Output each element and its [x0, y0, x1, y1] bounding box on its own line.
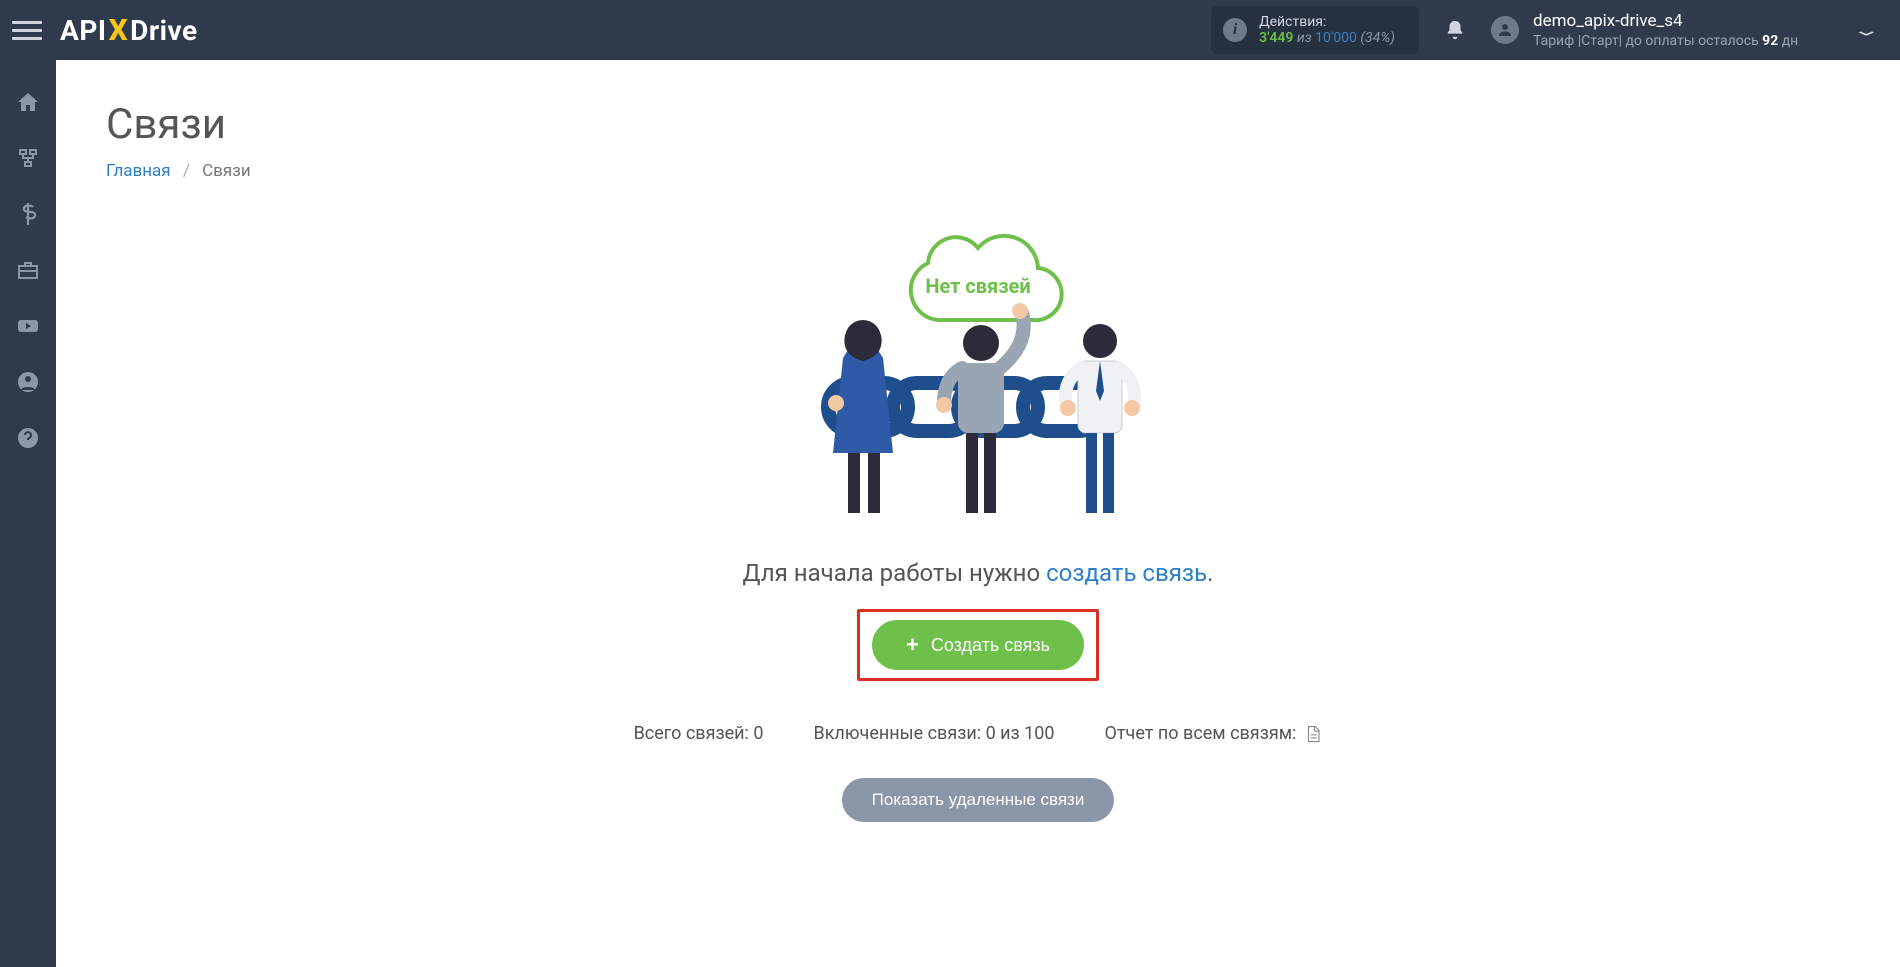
stat-enabled-value: 0 из 100: [986, 723, 1055, 744]
instruction-suffix: .: [1207, 559, 1213, 587]
brand-logo[interactable]: API X Drive: [60, 13, 198, 48]
tariff-prefix: Тариф |Старт| до оплаты осталось: [1533, 33, 1762, 49]
topbar: API X Drive i Действия: 3'449 из 10'000 …: [0, 0, 1900, 60]
create-connection-button[interactable]: + Создать связь: [872, 620, 1084, 670]
actions-usage-widget[interactable]: i Действия: 3'449 из 10'000 (34%): [1211, 6, 1419, 54]
stat-enabled-label: Включенные связи:: [813, 723, 981, 744]
empty-state-instruction: Для начала работы нужно создать связь.: [743, 559, 1214, 587]
stat-total-value: 0: [753, 723, 763, 744]
stat-enabled: Включенные связи: 0 из 100: [813, 723, 1054, 744]
sidebar-item-connections[interactable]: [16, 146, 40, 174]
stat-report: Отчет по всем связям:: [1105, 723, 1323, 744]
sidebar-item-video[interactable]: [16, 314, 40, 342]
create-button-label: Создать связь: [931, 635, 1050, 656]
sidebar-rail: [0, 60, 56, 967]
connections-stats: Всего связей: 0 Включенные связи: 0 из 1…: [634, 723, 1323, 744]
sidebar-item-home[interactable]: [16, 90, 40, 118]
breadcrumb-home-link[interactable]: Главная: [106, 161, 171, 181]
actions-usage-text: Действия: 3'449 из 10'000 (34%): [1259, 14, 1395, 46]
tariff-suffix: дн: [1778, 33, 1798, 49]
empty-state: Нет связей: [106, 203, 1850, 822]
logo-part-api: API: [60, 14, 107, 47]
menu-toggle-button[interactable]: [12, 16, 42, 45]
actions-total: 10'000: [1315, 30, 1357, 46]
stat-total: Всего связей: 0: [634, 723, 764, 744]
main-content: Связи Главная / Связи Нет связей: [56, 60, 1900, 967]
user-name: demo_apix-drive_s4: [1533, 11, 1798, 31]
user-tariff: Тариф |Старт| до оплаты осталось 92 дн: [1533, 33, 1798, 49]
avatar-icon: [1491, 16, 1519, 44]
breadcrumb-current: Связи: [202, 161, 251, 181]
sidebar-item-help[interactable]: [16, 426, 40, 454]
show-deleted-button[interactable]: Показать удаленные связи: [842, 778, 1115, 822]
plus-icon: +: [906, 632, 919, 658]
stat-total-label: Всего связей:: [634, 723, 749, 744]
actions-of: из: [1297, 30, 1312, 46]
sidebar-item-account[interactable]: [16, 370, 40, 398]
stat-report-label: Отчет по всем связям:: [1105, 723, 1297, 744]
breadcrumb: Главная / Связи: [106, 161, 1850, 181]
actions-pct: (34%): [1360, 30, 1395, 46]
create-connection-link[interactable]: создать связь: [1046, 559, 1207, 587]
tariff-days: 92: [1762, 33, 1778, 49]
logo-part-x: X: [109, 13, 129, 48]
empty-state-illustration: Нет связей: [748, 203, 1208, 543]
instruction-prefix: Для начала работы нужно: [743, 559, 1047, 587]
notifications-icon[interactable]: [1444, 19, 1466, 41]
page-title: Связи: [106, 100, 1850, 149]
actions-label: Действия:: [1259, 14, 1395, 30]
user-menu[interactable]: demo_apix-drive_s4 Тариф |Старт| до опла…: [1491, 11, 1875, 49]
sidebar-item-billing[interactable]: [16, 202, 40, 230]
sidebar-item-briefcase[interactable]: [16, 258, 40, 286]
info-icon: i: [1223, 18, 1247, 42]
chevron-down-icon: ⌄: [1852, 20, 1882, 39]
actions-used: 3'449: [1259, 30, 1293, 46]
logo-part-drive: Drive: [130, 14, 197, 47]
breadcrumb-separator: /: [183, 161, 190, 181]
document-icon[interactable]: [1304, 724, 1322, 744]
create-button-highlight: + Создать связь: [857, 609, 1099, 681]
cloud-text: Нет связей: [925, 274, 1030, 298]
